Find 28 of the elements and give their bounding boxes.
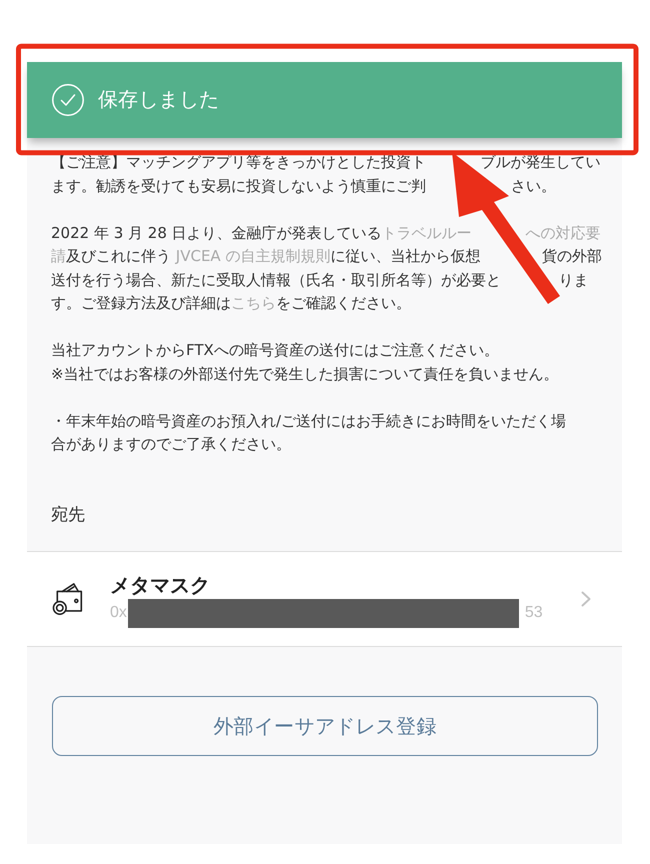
notice-text: す。ご登録方法及び詳細はこちら をご確認ください。 — [51, 293, 411, 314]
notice-text: りま — [558, 270, 588, 290]
notice-text: さい。 — [511, 176, 556, 196]
toast-message: 保存しました — [98, 88, 220, 113]
section-heading: 宛先 — [51, 504, 85, 526]
notice-text: ・年末年始の暗号資産のお預入れ/ご送付にはお手続きにお時間をいただく場 — [51, 410, 566, 432]
text-link[interactable]: JVCEA の自主規制規則 — [176, 247, 330, 265]
text-link[interactable]: トラベルルー — [382, 224, 472, 242]
address-text: 0x — [110, 604, 127, 622]
wallet-icon — [52, 583, 83, 615]
text-link[interactable]: 請 — [51, 247, 66, 265]
notice-text: 2022 年 3 月 28 日より、金融庁が発表している トラベルルー — [51, 222, 472, 244]
notice-text: ます。勧誘を受けても安易に投資しないよう慎重にご判 — [51, 176, 426, 196]
text-link[interactable]: への対応要 — [525, 222, 600, 245]
chevron-right-icon — [581, 591, 591, 607]
text-link[interactable]: こちら — [231, 294, 276, 312]
notice-text: 請及びこれに伴う JVCEA の自主規制規則に従い、当社から仮想 — [51, 246, 480, 267]
check-circle-icon — [52, 84, 84, 116]
destination-name: メタマスク — [110, 574, 210, 598]
destination-row[interactable]: メタマスク 0x 53 — [27, 551, 622, 647]
address-text: 53 — [524, 604, 543, 622]
notice-text: ※当社ではお客様の外部送付先で発生した損害について責任を負いません。 — [51, 364, 559, 384]
notice-text: 送付を行う場合、新たに受取人情報（氏名・取引所名等）が必要と — [51, 270, 501, 290]
register-address-button[interactable]: 外部イーサアドレス登録 — [52, 696, 598, 756]
notice-text: ブルが発生してい — [480, 152, 601, 173]
notice-text: 貨の外部 — [542, 246, 602, 267]
notice-text: 当社アカウントからFTXへの暗号資産の送付にはご注意ください。 — [51, 340, 499, 361]
notice-text: 合がありますのでご了承ください。 — [51, 434, 291, 455]
